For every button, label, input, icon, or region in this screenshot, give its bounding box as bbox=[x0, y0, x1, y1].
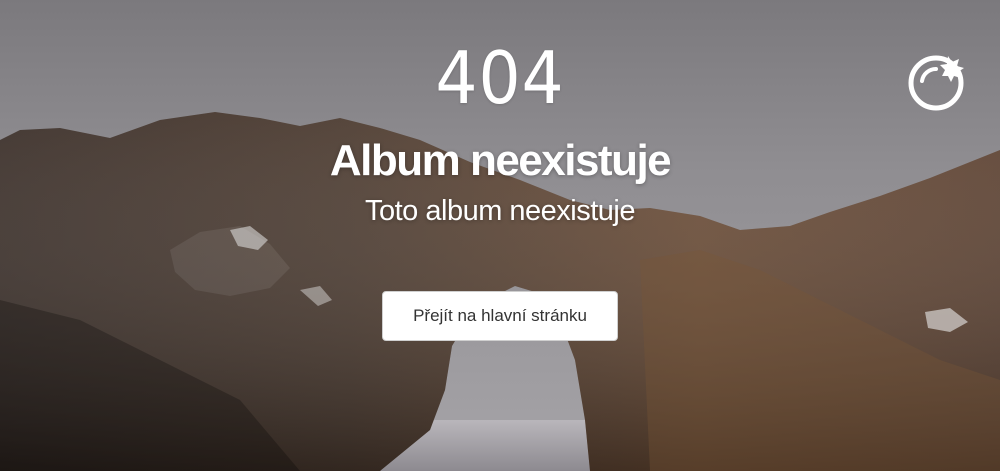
error-content: 404 Album neexistuje Toto album neexistu… bbox=[0, 0, 1000, 471]
error-message: Toto album neexistuje bbox=[365, 195, 636, 227]
pomegranate-logo-icon[interactable] bbox=[906, 50, 968, 112]
error-page: 404 Album neexistuje Toto album neexistu… bbox=[0, 0, 1000, 471]
error-code: 404 bbox=[435, 36, 565, 120]
go-home-button[interactable]: Přejít na hlavní stránku bbox=[382, 291, 618, 341]
page-title: Album neexistuje bbox=[329, 136, 672, 185]
